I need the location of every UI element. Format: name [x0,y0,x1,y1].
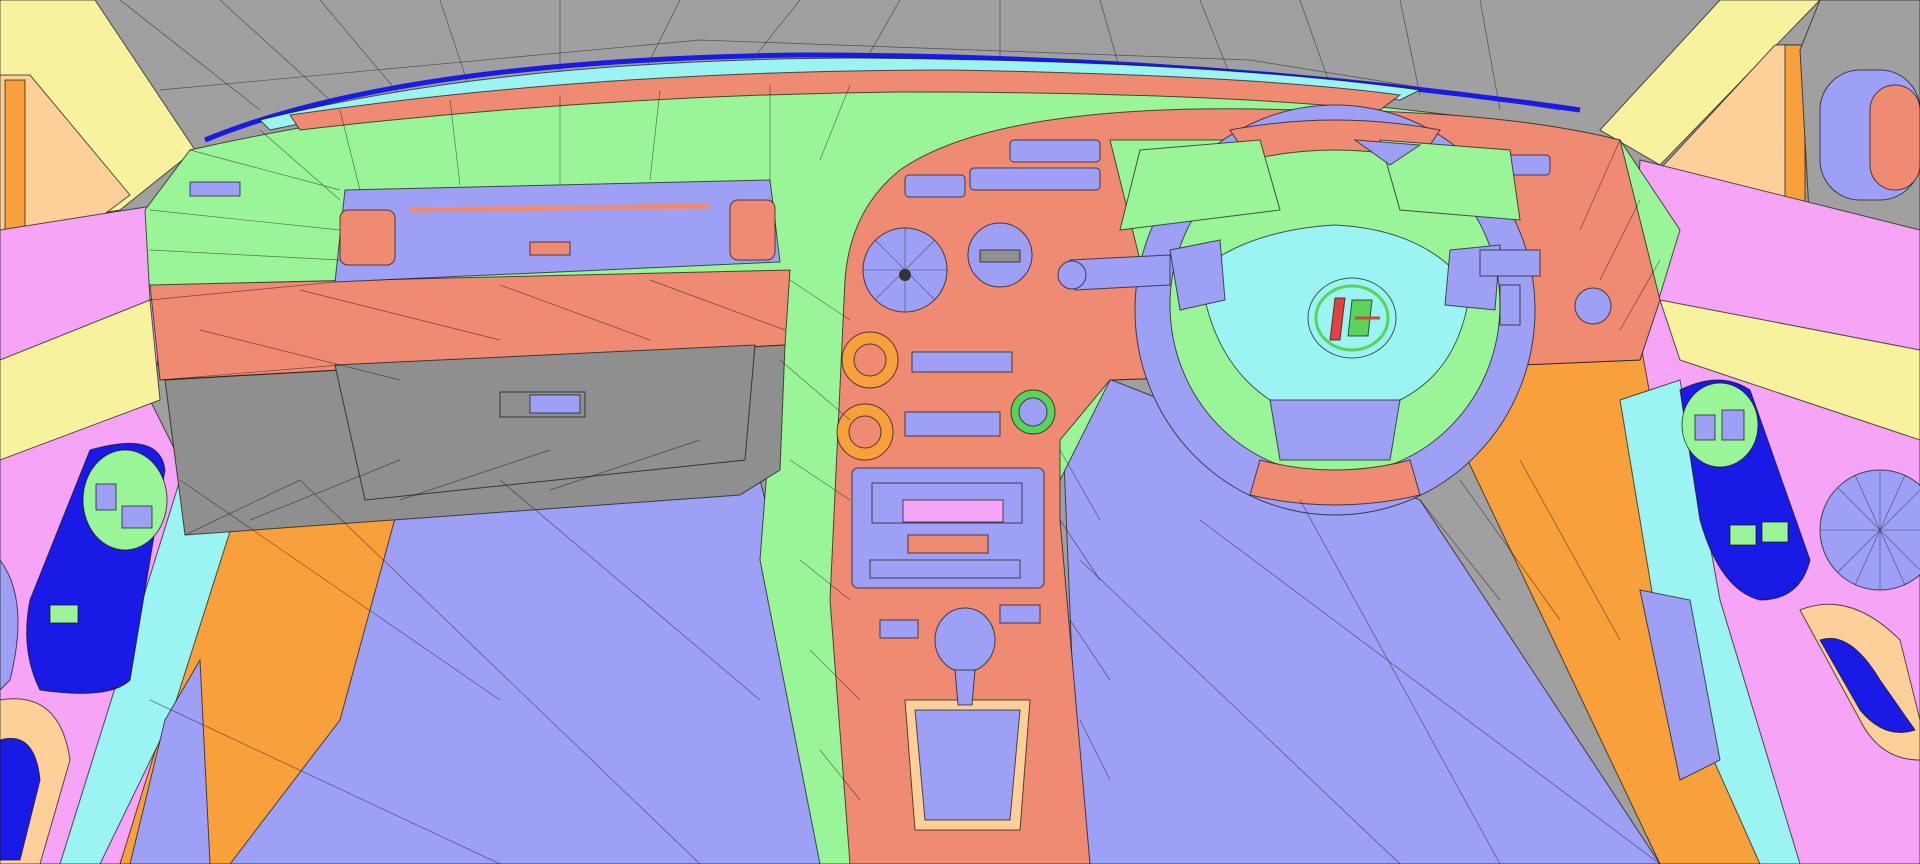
passenger-vent-left [339,209,396,266]
passenger-vent-tab [529,241,571,256]
right-switch-button-a [1694,414,1716,441]
right-dash-knob [1574,287,1612,325]
car-emblem-icon [1307,277,1397,359]
glovebox-handle-grip [529,394,581,414]
left-lower-round-vent [836,403,894,461]
center-vent-c [969,167,1101,191]
right-switch-button-c [1729,524,1757,546]
console-switch-left [879,619,919,639]
left-switch-button-a [95,483,117,511]
gauge-icon [862,227,948,313]
console-switch-right [999,604,1041,624]
hazard-buttons [911,351,1013,373]
stalk-tip [1057,260,1087,290]
left-switch-button-b [121,505,153,529]
wheel-spoke-left [1169,239,1226,311]
right-switch-button-b [1721,409,1745,441]
right-switch-oval [1681,382,1759,468]
clock-gauge [967,222,1033,288]
center-vent-a [1009,139,1101,163]
center-vent-b [904,174,966,198]
right-stalk [1479,249,1541,277]
radio-unit [851,467,1045,589]
left-switch-button-c [49,604,79,624]
climate-knob [1010,389,1056,435]
left-dash-sensor [189,181,241,197]
right-switch-button-d [1761,521,1789,543]
right-mirror-inner [1869,84,1920,191]
left-round-vent [841,331,899,389]
wheel-spoke-bottom [1269,399,1401,461]
car-interior-wireframe [0,0,1920,864]
right-dash-dial [1499,284,1521,326]
passenger-vent-right [729,199,776,261]
climate-buttons [904,411,1001,437]
